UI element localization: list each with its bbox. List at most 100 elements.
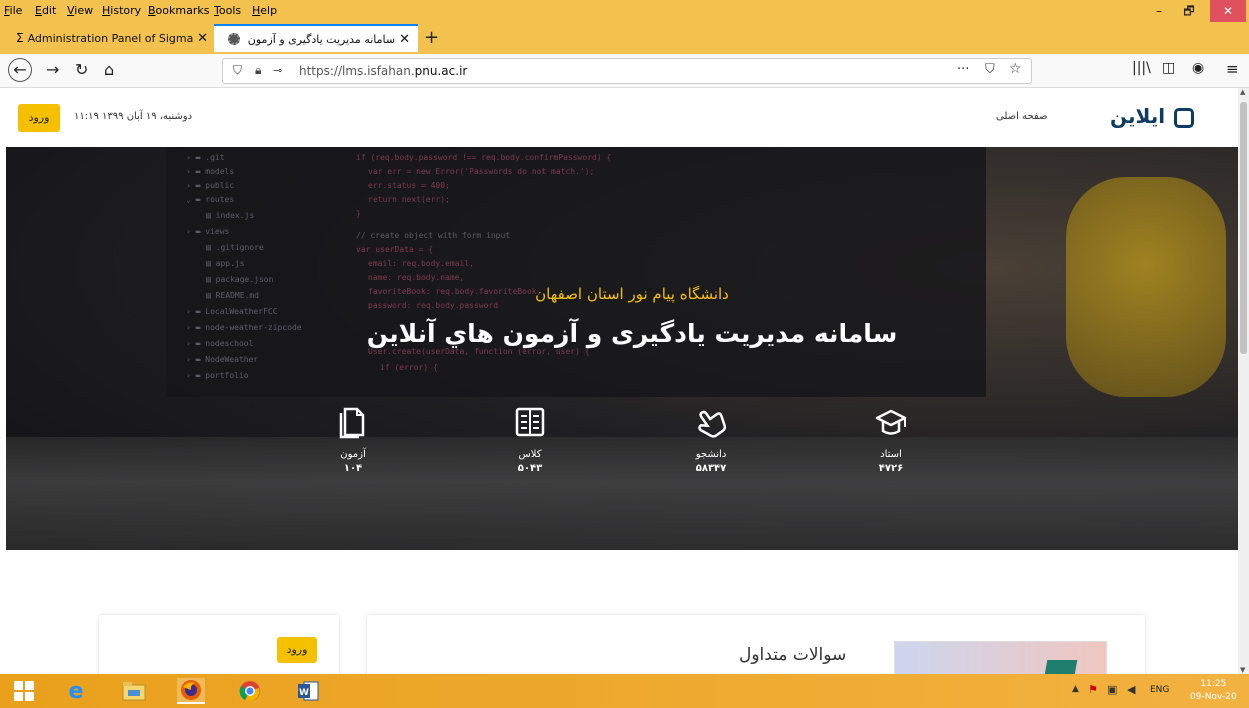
stat-exams: آزمون ۱۰۴ (313, 405, 393, 474)
stat-label: آزمون (340, 449, 366, 460)
graduation-cap-icon (875, 409, 907, 435)
logo-mark-icon (1174, 107, 1195, 128)
page-scrollbar[interactable]: ▲ ▼ (1238, 88, 1249, 674)
new-tab-button[interactable]: + (424, 27, 439, 48)
page-actions-icon[interactable]: ··· (957, 62, 969, 77)
key-icon: ⊸ (273, 64, 283, 77)
tray-flag-icon[interactable]: ⚑ (1088, 683, 1098, 696)
restore-button[interactable]: 🗗 (1174, 0, 1204, 22)
decor-code: › ▬ LocalWeatherFCC (186, 307, 278, 316)
forward-icon[interactable]: → (46, 60, 59, 79)
firefox-icon[interactable] (177, 678, 205, 704)
decor-code: › ▬ NodeWeather (186, 355, 259, 364)
home-nav-link[interactable]: صفحه اصلی (996, 111, 1047, 122)
decor-code: User.create(userData, function (error, u… (368, 347, 590, 356)
decor-code: ⌄ ▬ routes (186, 195, 235, 204)
decor-code: if (error) { (380, 363, 438, 372)
menu-history[interactable]: History (102, 4, 141, 17)
windows-taskbar: e W ▲ ⚑ ▣ ◀ ENG 11:25 09-Nov-20 (0, 674, 1249, 708)
laptop-screen-image (166, 147, 986, 397)
login-button[interactable]: ورود (18, 104, 60, 132)
svg-text:W: W (299, 688, 309, 698)
file-explorer-icon[interactable] (120, 678, 148, 704)
sidebar-icon[interactable]: ◫ (1162, 60, 1175, 76)
decor-code: › ▬ models (186, 167, 235, 176)
stat-value: ۵۸۳۴۷ (695, 463, 727, 474)
close-tab-icon[interactable]: ✕ (197, 31, 208, 46)
word-icon[interactable]: W (294, 678, 322, 704)
decor-code: › ▬ views (186, 227, 230, 236)
lock-icon[interactable]: 🔒︎ (255, 63, 261, 78)
tray-network-icon[interactable]: ▣ (1107, 683, 1117, 696)
stat-label: دانشجو (695, 449, 727, 460)
tab-bar: Σ Administration Panel of Sigma ✕ ✕ ساما… (0, 22, 1249, 54)
url-bar[interactable]: ⛉ 🔒︎ ⊸ https://lms.isfahan.pnu.ac.ir ···… (222, 58, 1032, 84)
shield-icon[interactable]: ⛉ (233, 63, 242, 78)
laptop-keyboard-image (6, 437, 1238, 550)
menu-file[interactable]: File (4, 4, 22, 17)
decor-code: name: req.body.name, (368, 273, 465, 282)
tray-date: 09-Nov-20 (1190, 692, 1237, 702)
hero-title: سامانه مدیریت یادگیری و آزمون هاي آنلاین (366, 319, 898, 348)
tray-language[interactable]: ENG (1150, 685, 1169, 695)
tray-expand-icon[interactable]: ▲ (1072, 684, 1079, 694)
nav-bar: ← → ↻ ⌂ ⛉ 🔒︎ ⊸ https://lms.isfahan.pnu.a… (0, 54, 1249, 88)
home-icon[interactable]: ⌂ (104, 60, 114, 79)
site-favicon-icon (227, 33, 240, 45)
faq-title: سوالات متداول (739, 645, 847, 665)
book-icon (515, 407, 545, 437)
internet-explorer-icon[interactable]: e (62, 678, 90, 704)
pocket-icon[interactable]: ⛉ (985, 62, 995, 77)
library-icon[interactable]: |||\ (1132, 60, 1151, 76)
tray-clock[interactable]: 11:25 09-Nov-20 (1190, 678, 1237, 704)
minimize-button[interactable]: – (1144, 0, 1174, 22)
decor-code: err.status = 400; (368, 181, 450, 190)
site-header: ورود دوشنبه، ۱۹ آبان ۱۳۹۹ ۱۱:۱۹ صفحه اصل… (0, 88, 1249, 147)
bookmark-star-icon[interactable]: ☆ (1009, 61, 1022, 77)
stat-value: ۴۷۲۶ (878, 463, 904, 474)
scrollbar-thumb[interactable] (1240, 102, 1247, 354)
decor-code: email: req.body.email, (368, 259, 474, 268)
stat-value: ۵۰۴۳ (517, 463, 543, 474)
hamburger-menu-icon[interactable]: ≡ (1226, 60, 1239, 78)
decor-code: ▤ app.js (206, 259, 245, 268)
url-text[interactable]: https://lms.isfahan.pnu.ac.ir (299, 64, 467, 78)
tab-admin-panel[interactable]: Σ Administration Panel of Sigma ✕ (8, 24, 214, 52)
scroll-up-icon[interactable]: ▲ (1240, 88, 1245, 96)
tab-lms[interactable]: ✕ سامانه مدیریت یادگیری و آزمون (214, 24, 418, 52)
back-icon[interactable]: ← (8, 58, 32, 82)
chrome-icon[interactable] (236, 678, 264, 704)
header-date: دوشنبه، ۱۹ آبان ۱۳۹۹ ۱۱:۱۹ (74, 111, 193, 122)
decor-code: // create object with form input (356, 231, 511, 240)
menu-view[interactable]: View (67, 4, 93, 17)
tab-title: سامانه مدیریت یادگیری و آزمون (247, 32, 396, 46)
menu-tools[interactable]: Tools (214, 4, 241, 17)
decor-code: ▤ index.js (206, 211, 255, 220)
decor-code: if (req.body.password !== req.body.confi… (356, 153, 612, 162)
files-icon (339, 407, 365, 439)
decor-code: ▤ package.json (206, 275, 274, 284)
card-login-button[interactable]: ورود (277, 637, 317, 663)
hero-subtitle: دانشگاه پیام نور استان اصفهان (535, 285, 729, 303)
site-logo[interactable]: ايلاين (1110, 104, 1195, 128)
menu-edit[interactable]: Edit (35, 4, 56, 17)
sigma-icon: Σ (16, 31, 24, 45)
decor-code: › ▬ portfolio (186, 371, 249, 380)
stat-label: استاد (880, 449, 902, 460)
stat-classes: کلاس ۵۰۴۳ (490, 405, 570, 474)
reload-icon[interactable]: ↻ (75, 60, 88, 79)
account-icon[interactable]: ◉ (1192, 60, 1204, 76)
decor-code: › ▬ public (186, 181, 235, 190)
scroll-down-icon[interactable]: ▼ (1240, 666, 1245, 674)
menu-help[interactable]: Help (252, 4, 277, 17)
tray-volume-icon[interactable]: ◀ (1127, 683, 1135, 696)
stat-professors: استاد ۴۷۲۶ (851, 405, 931, 474)
windows-start-icon[interactable] (10, 678, 38, 704)
decor-code: var err = new Error('Passwords do not ma… (368, 167, 595, 176)
close-tab-icon[interactable]: ✕ (399, 32, 410, 47)
close-window-button[interactable]: ✕ (1210, 0, 1246, 22)
stat-value: ۱۰۴ (343, 463, 363, 474)
decor-code: var userData = { (356, 245, 434, 254)
menu-bookmarks[interactable]: Bookmarks (148, 4, 209, 17)
tab-title: Administration Panel of Sigma (27, 31, 194, 45)
